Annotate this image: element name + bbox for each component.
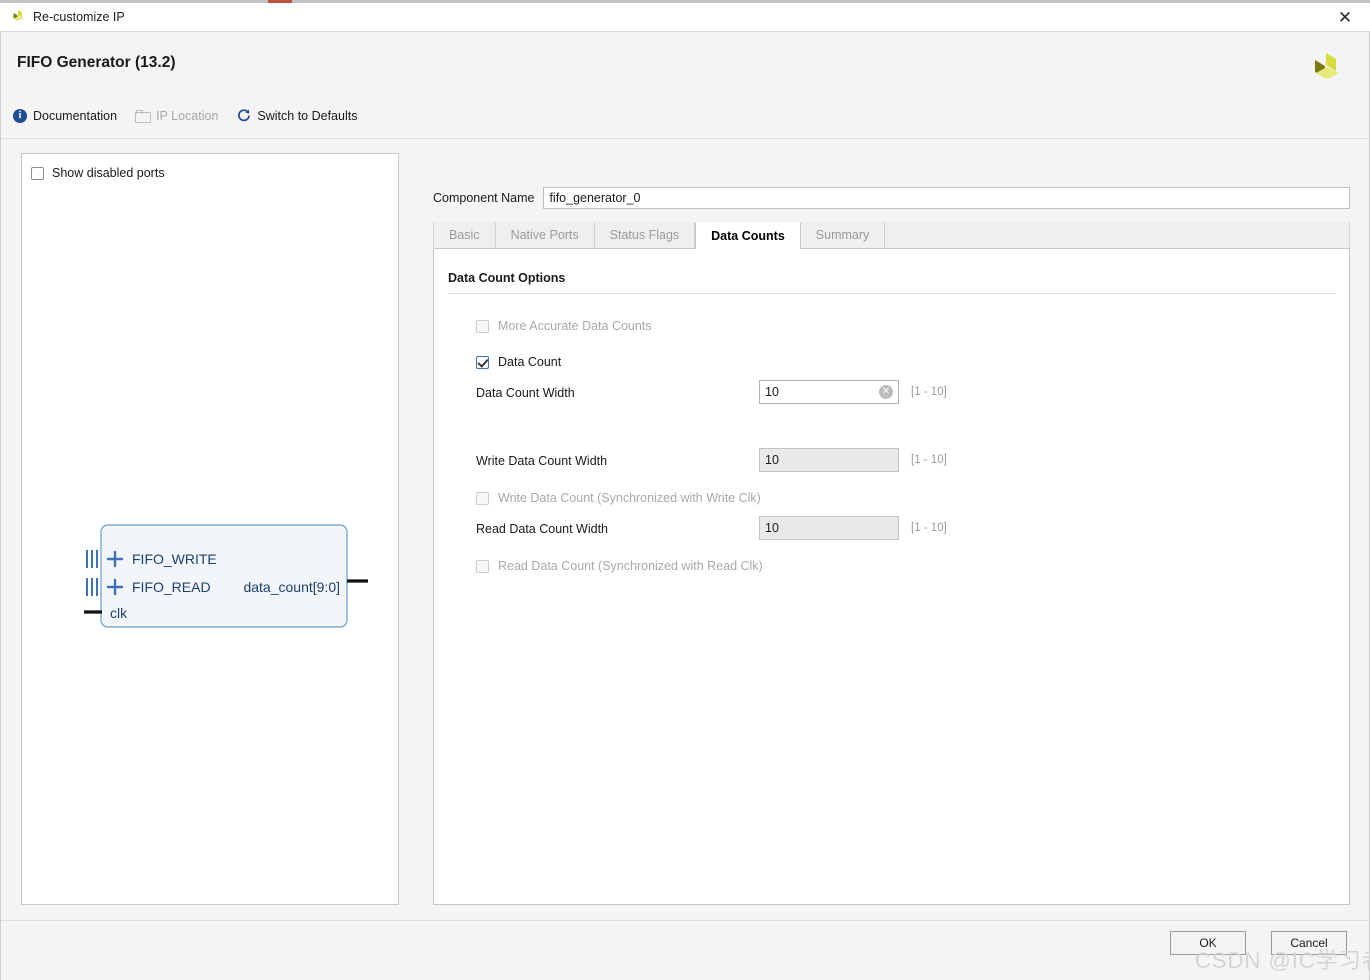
checkbox-box	[476, 356, 489, 369]
data-count-label: Data Count	[498, 355, 561, 369]
data-count-width-input[interactable]	[759, 380, 899, 404]
close-icon[interactable]: ✕	[1334, 6, 1356, 28]
ip-config-panel: Component Name Basic Native Ports Status…	[433, 187, 1350, 905]
write-data-count-label: Write Data Count (Synchronized with Writ…	[498, 491, 761, 505]
dialog-toolbar: i Documentation IP Location Switch to De…	[13, 108, 357, 123]
data-counts-tab-panel: Data Count Options More Accurate Data Co…	[433, 249, 1350, 905]
section-divider	[448, 293, 1336, 294]
tab-summary[interactable]: Summary	[801, 222, 885, 248]
config-tab-bar: Basic Native Ports Status Flags Data Cou…	[433, 222, 1350, 249]
refresh-icon	[236, 108, 251, 123]
fifo-block-symbol: FIFO_WRITE FIFO_READ clk data_count[9:0]	[80, 521, 380, 631]
svg-text:clk: clk	[110, 605, 128, 621]
read-data-count-width-input[interactable]	[759, 516, 899, 540]
ip-location-label: IP Location	[156, 109, 218, 123]
documentation-label: Documentation	[33, 109, 117, 123]
write-data-count-width-label: Write Data Count Width	[476, 454, 607, 468]
footer-divider	[1, 920, 1369, 921]
tab-native-ports[interactable]: Native Ports	[496, 222, 595, 248]
page-title: FIFO Generator (13.2)	[17, 54, 175, 72]
component-name-row: Component Name	[433, 187, 1350, 209]
svg-text:FIFO_READ: FIFO_READ	[132, 579, 211, 595]
tab-status-flags[interactable]: Status Flags	[595, 222, 695, 248]
toolbar-divider	[1, 138, 1369, 139]
switch-to-defaults-label: Switch to Defaults	[257, 109, 357, 123]
switch-to-defaults-link[interactable]: Switch to Defaults	[236, 108, 357, 123]
ip-customize-dialog: FIFO Generator (13.2) i Documentation IP…	[0, 32, 1370, 980]
clear-icon[interactable]: ✕	[879, 385, 893, 399]
ip-location-link[interactable]: IP Location	[135, 109, 218, 123]
ok-button[interactable]: OK	[1170, 931, 1246, 955]
tab-data-counts[interactable]: Data Counts	[695, 222, 801, 249]
xilinx-logo-icon	[1305, 48, 1347, 90]
show-disabled-ports-checkbox[interactable]: Show disabled ports	[31, 166, 165, 180]
read-data-count-width-field	[759, 516, 899, 540]
checkbox-box	[476, 320, 489, 333]
tab-basic[interactable]: Basic	[433, 222, 496, 248]
component-name-input[interactable]	[543, 187, 1350, 209]
read-data-count-width-range: [1 - 10]	[911, 522, 947, 534]
section-title: Data Count Options	[448, 271, 565, 285]
more-accurate-data-counts-label: More Accurate Data Counts	[498, 319, 652, 333]
write-data-count-width-field	[759, 448, 899, 472]
checkbox-box	[476, 492, 489, 505]
checkbox-box	[31, 167, 44, 180]
read-data-count-label: Read Data Count (Synchronized with Read …	[498, 559, 763, 573]
info-icon: i	[13, 109, 27, 123]
data-count-checkbox[interactable]: Data Count	[476, 351, 561, 373]
documentation-link[interactable]: i Documentation	[13, 109, 117, 123]
svg-text:data_count[9:0]: data_count[9:0]	[243, 579, 340, 595]
write-data-count-width-range: [1 - 10]	[911, 454, 947, 466]
write-data-count-checkbox[interactable]: Write Data Count (Synchronized with Writ…	[476, 487, 761, 509]
cancel-button[interactable]: Cancel	[1271, 931, 1347, 955]
tab-bar-filler	[885, 222, 1350, 248]
ip-symbol-preview-panel: Show disabled ports	[21, 153, 399, 905]
checkbox-box	[476, 560, 489, 573]
window-title: Re-customize IP	[33, 10, 125, 24]
show-disabled-ports-label: Show disabled ports	[52, 166, 165, 180]
title-bar: Re-customize IP ✕	[0, 3, 1370, 32]
svg-text:FIFO_WRITE: FIFO_WRITE	[132, 551, 217, 567]
folder-icon	[135, 110, 150, 122]
read-data-count-checkbox[interactable]: Read Data Count (Synchronized with Read …	[476, 555, 763, 577]
more-accurate-data-counts-checkbox[interactable]: More Accurate Data Counts	[476, 315, 652, 337]
data-count-width-range: [1 - 10]	[911, 386, 947, 398]
data-count-width-field: ✕	[759, 380, 899, 404]
data-count-width-label: Data Count Width	[476, 386, 575, 400]
read-data-count-width-label: Read Data Count Width	[476, 522, 608, 536]
write-data-count-width-input[interactable]	[759, 448, 899, 472]
component-name-label: Component Name	[433, 191, 534, 205]
xilinx-logo-icon	[9, 8, 27, 26]
